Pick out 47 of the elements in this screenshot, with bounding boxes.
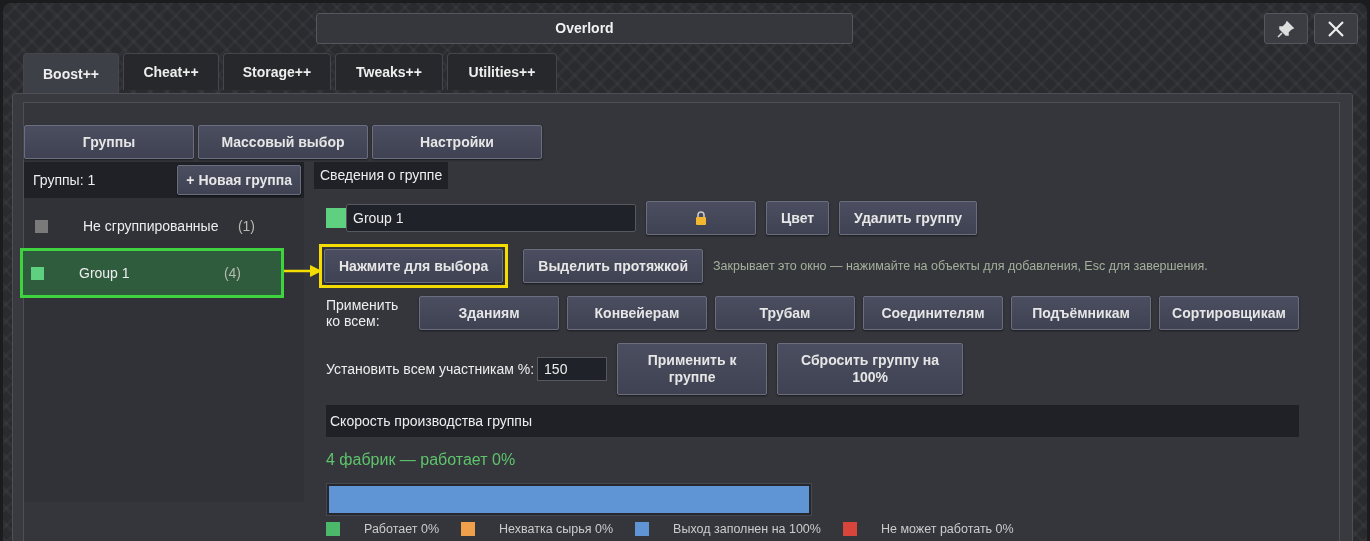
window-title: Overlord bbox=[316, 13, 853, 44]
apply-button[interactable]: Подъёмникам bbox=[1011, 296, 1151, 330]
group-name-field[interactable]: Group 1 bbox=[346, 204, 636, 232]
delete-group-button[interactable]: Удалить группу bbox=[839, 201, 978, 235]
drag-select-button[interactable]: Выделить протяжкой bbox=[523, 249, 703, 283]
lock-button[interactable] bbox=[646, 201, 756, 235]
group-member-count: (4) bbox=[223, 265, 241, 281]
tab[interactable]: Tweaks++ bbox=[335, 53, 443, 90]
set-percent-label: Установить всем участникам %: bbox=[326, 361, 535, 377]
close-button[interactable] bbox=[1314, 13, 1358, 44]
legend-label: Выход заполнен на 100% bbox=[673, 522, 821, 536]
apply-button[interactable]: Соединителям bbox=[863, 296, 1003, 330]
group-name: Group 1 bbox=[79, 265, 131, 281]
tab[interactable]: Boost++ bbox=[23, 53, 119, 93]
hint-text: Закрывает это окно — нажимайте на объекты для добавления, Esc для завершения. bbox=[713, 259, 1208, 273]
legend-label: Нехватка сырья 0% bbox=[499, 522, 614, 536]
tab[interactable]: Utilities++ bbox=[447, 53, 557, 90]
lock-icon bbox=[695, 211, 707, 225]
pin-button[interactable] bbox=[1264, 13, 1308, 44]
production-summary: 4 фабрик — работает 0% bbox=[326, 451, 517, 469]
group-count: Группы: 1 bbox=[33, 172, 96, 188]
tab[interactable]: Cheat++ bbox=[123, 53, 219, 90]
group-row[interactable]: Не сгруппированные (1) bbox=[24, 208, 304, 244]
group-member-count: (1) bbox=[237, 218, 255, 234]
percent-field[interactable]: 150 bbox=[537, 357, 608, 381]
pin-icon bbox=[1277, 19, 1295, 38]
section-button[interactable]: Группы bbox=[24, 125, 194, 159]
apply-group-button[interactable]: Применить к группе bbox=[617, 343, 768, 395]
reset-group-button[interactable]: Сбросить группу на 100% bbox=[777, 343, 964, 395]
apply-label: Применить ко всем: bbox=[326, 296, 400, 330]
color-button[interactable]: Цвет bbox=[766, 201, 830, 235]
select-button[interactable]: Нажмите для выбора bbox=[324, 249, 504, 283]
apply-button[interactable]: Конвейерам bbox=[567, 296, 707, 330]
apply-button[interactable]: Трубам bbox=[715, 296, 855, 330]
section-button[interactable]: Массовый выбор bbox=[198, 125, 368, 159]
apply-button[interactable]: Сортировщикам bbox=[1159, 296, 1299, 330]
group-row[interactable]: Group 1 (4) bbox=[20, 248, 284, 298]
tab[interactable]: Storage++ bbox=[223, 53, 331, 90]
details-header: Сведения о группе bbox=[314, 162, 449, 189]
apply-button[interactable]: Зданиям bbox=[419, 296, 559, 330]
legend-label: Работает 0% bbox=[364, 522, 440, 536]
legend-label: Не может работать 0% bbox=[880, 522, 1014, 536]
section-button[interactable]: Настройки bbox=[372, 125, 542, 159]
group-name: Не сгруппированные bbox=[83, 218, 220, 234]
close-icon bbox=[1327, 19, 1345, 38]
new-group-button[interactable]: + Новая группа bbox=[177, 165, 301, 195]
production-header: Скорость производства группы bbox=[326, 405, 1299, 437]
